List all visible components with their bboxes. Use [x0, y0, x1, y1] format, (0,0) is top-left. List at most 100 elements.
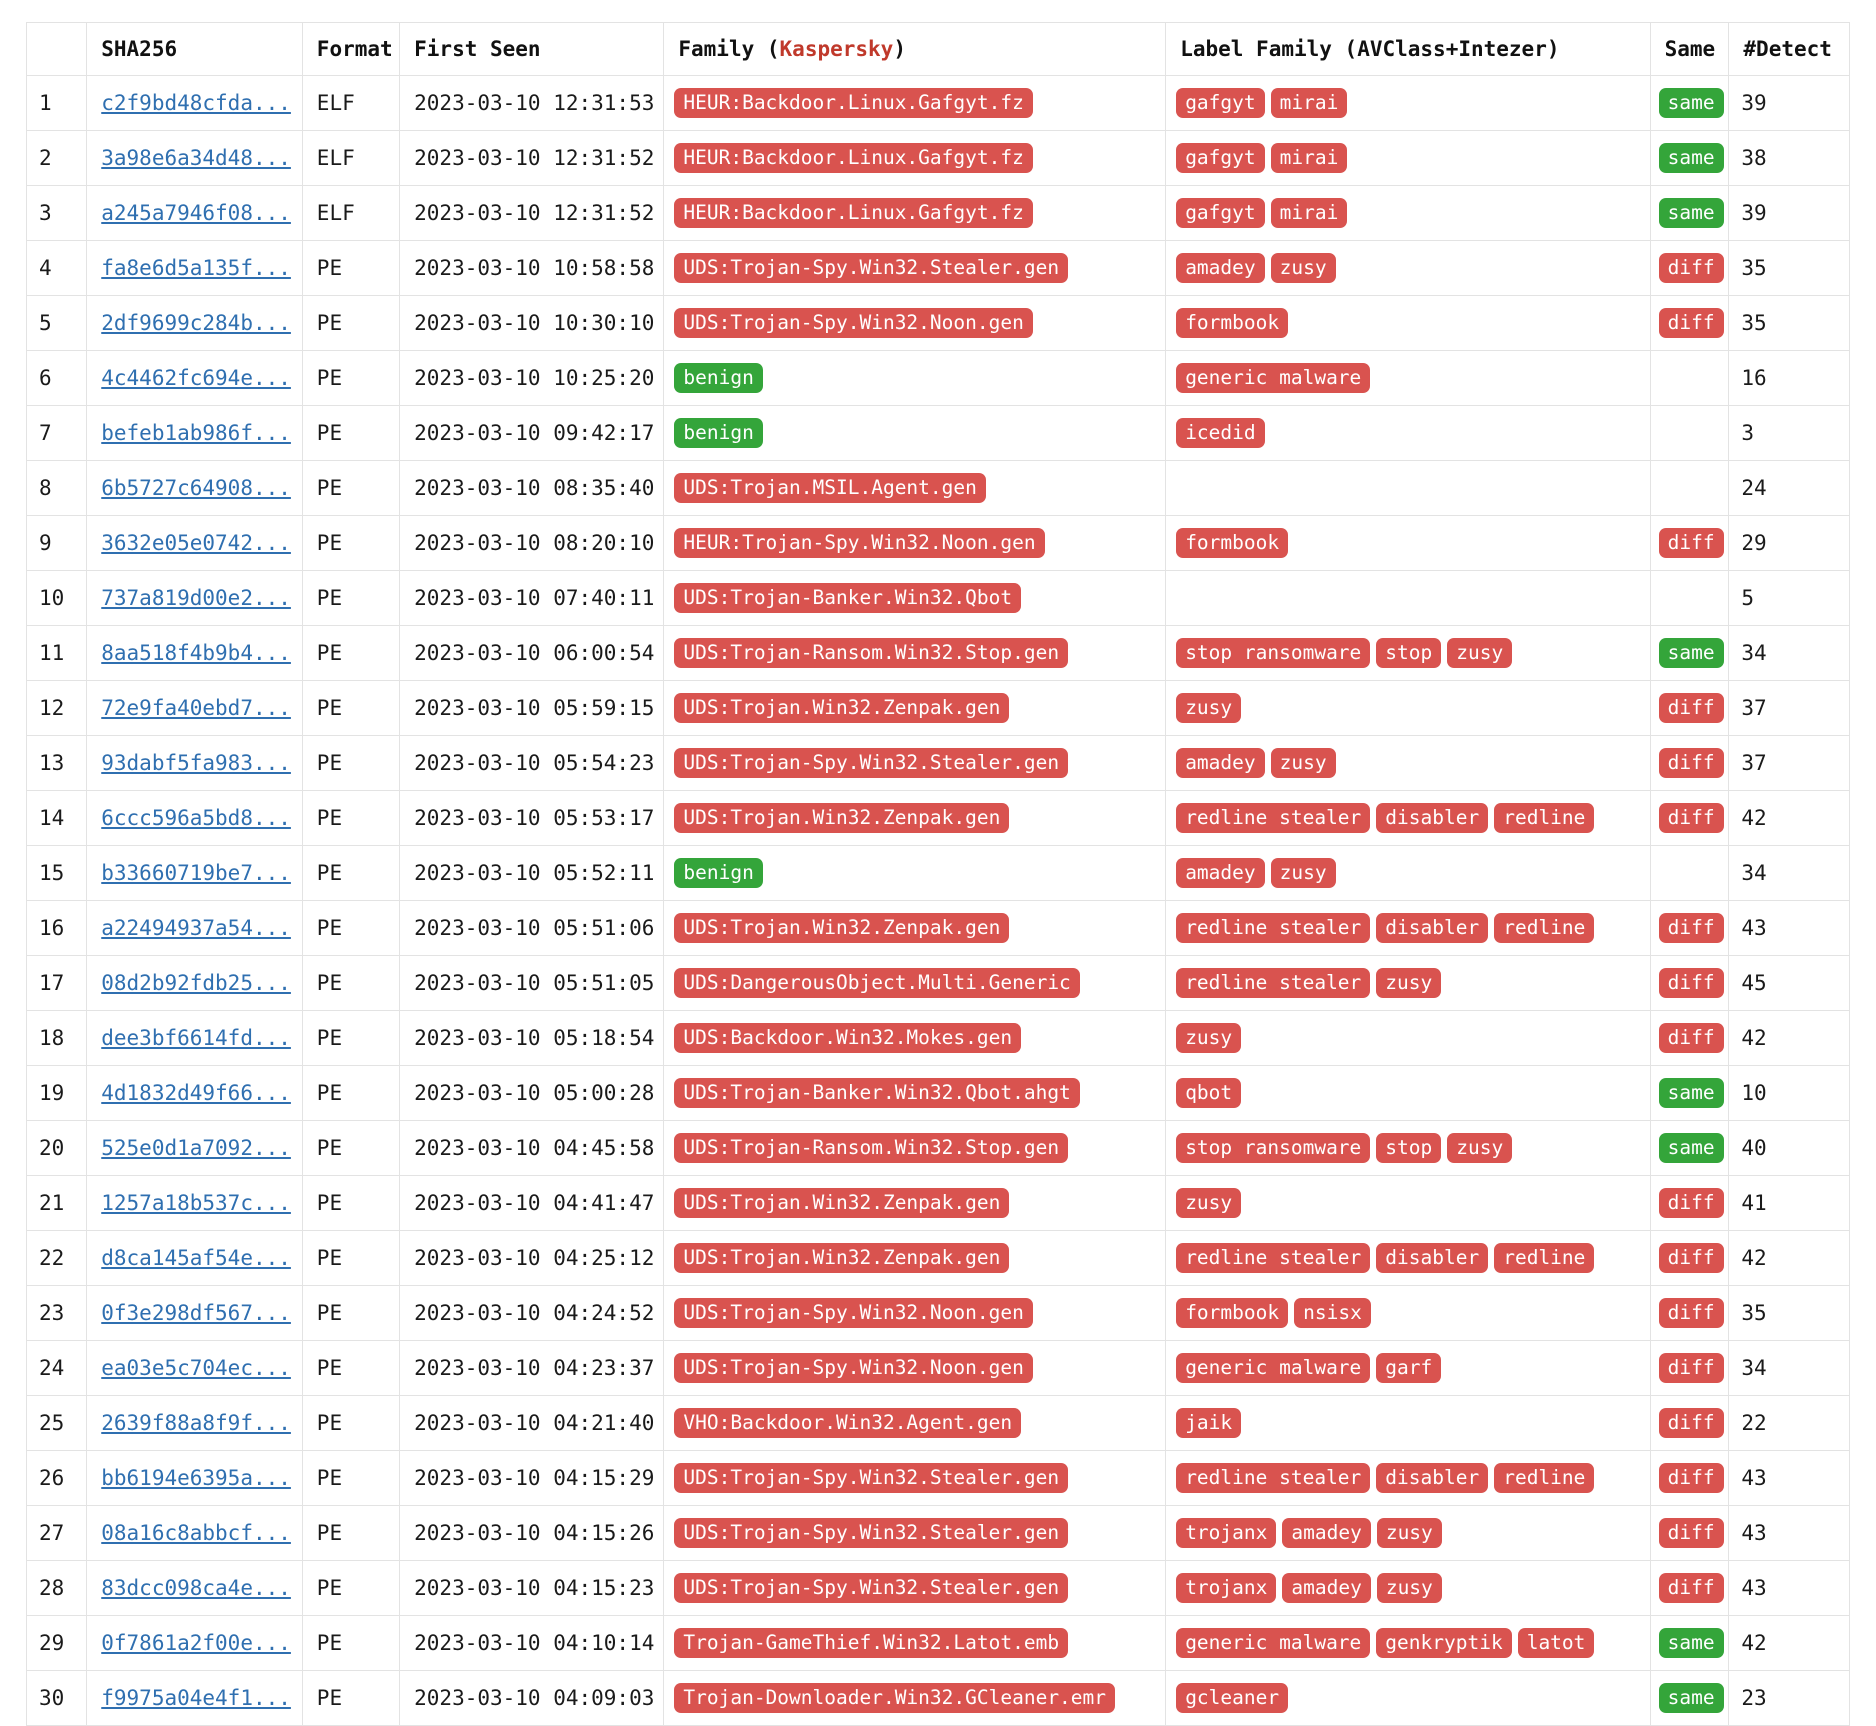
table-row: 19 4d1832d49f66... PE 2023-03-10 05:00:28 UD…: [25, 1065, 1850, 1121]
sha256-link[interactable]: 3632e05e0742...: [101, 531, 291, 555]
label-family-badge: formbook: [1176, 527, 1289, 559]
table-row: 14 6ccc596a5bd8... PE 2023-03-10 05:53:17 UD…: [25, 790, 1850, 846]
label-family-badge: generic malware: [1176, 1352, 1371, 1384]
first-seen-cell: 2023-03-10 09:42:17: [399, 405, 665, 461]
sha256-cell: 08d2b92fdb25...: [86, 955, 303, 1011]
format-cell: PE: [301, 900, 401, 956]
family-badge: UDS:Trojan-Spy.Win32.Stealer.gen: [674, 252, 1069, 284]
same-cell: same: [1649, 130, 1730, 186]
first-seen-cell: 2023-03-10 06:00:54: [399, 625, 665, 681]
sha256-link[interactable]: 4d1832d49f66...: [101, 1081, 291, 1105]
same-cell: same: [1649, 625, 1730, 681]
sha256-link[interactable]: 4c4462fc694e...: [101, 366, 291, 390]
sha256-link[interactable]: c2f9bd48cfda...: [101, 91, 291, 115]
format-cell: PE: [301, 735, 401, 791]
row-index: 13: [25, 735, 88, 791]
row-index: 9: [25, 515, 88, 571]
label-family-badge: redline stealer: [1176, 912, 1371, 944]
table-row: 8 6b5727c64908... PE 2023-03-10 08:35:40 UDS…: [25, 460, 1850, 516]
sha256-cell: 2639f88a8f9f...: [86, 1395, 303, 1451]
label-family-badge: zusy: [1376, 1517, 1442, 1549]
sha256-link[interactable]: 3a98e6a34d48...: [101, 146, 291, 170]
table-row: 2 3a98e6a34d48... ELF 2023-03-10 12:31:52 HE…: [25, 130, 1850, 186]
sha256-cell: 6b5727c64908...: [86, 460, 303, 516]
first-seen-cell: 2023-03-10 12:31:53: [399, 75, 665, 131]
row-index: 18: [25, 1010, 88, 1066]
sha256-link[interactable]: 6b5727c64908...: [101, 476, 291, 500]
family-badge: UDS:Trojan-Ransom.Win32.Stop.gen: [674, 1132, 1069, 1164]
sha256-link[interactable]: 737a819d00e2...: [101, 586, 291, 610]
detect-count-cell: 35: [1728, 1285, 1850, 1341]
label-family-badge: amadey: [1282, 1517, 1371, 1549]
label-family-badge: generic malware: [1176, 362, 1371, 394]
sha256-cell: 83dcc098ca4e...: [86, 1560, 303, 1616]
sha256-link[interactable]: fa8e6d5a135f...: [101, 256, 291, 280]
first-seen-cell: 2023-03-10 04:23:37: [399, 1340, 665, 1396]
row-index: 30: [25, 1670, 88, 1726]
sha256-link[interactable]: 72e9fa40ebd7...: [101, 696, 291, 720]
detect-count-cell: 37: [1728, 735, 1850, 791]
sha256-link[interactable]: d8ca145af54e...: [101, 1246, 291, 1270]
same-badge: same: [1658, 197, 1724, 229]
sha256-link[interactable]: a245a7946f08...: [101, 201, 291, 225]
sha256-link[interactable]: a22494937a54...: [101, 916, 291, 940]
sha256-link[interactable]: 0f7861a2f00e...: [101, 1631, 291, 1655]
label-family-badge: gafgyt: [1176, 87, 1265, 119]
sha256-link[interactable]: 2df9699c284b...: [101, 311, 291, 335]
same-cell: diff: [1649, 1285, 1730, 1341]
sha256-link[interactable]: befeb1ab986f...: [101, 421, 291, 445]
sha256-cell: 72e9fa40ebd7...: [86, 680, 303, 736]
row-index: 12: [25, 680, 88, 736]
format-cell: PE: [301, 1065, 401, 1121]
label-family-badge: disabler: [1376, 912, 1489, 944]
sha256-link[interactable]: b33660719be7...: [101, 861, 291, 885]
sha256-link[interactable]: ea03e5c704ec...: [101, 1356, 291, 1380]
row-index: 16: [25, 900, 88, 956]
label-family-badge: jaik: [1176, 1407, 1242, 1439]
sha256-cell: 3632e05e0742...: [86, 515, 303, 571]
label-family-cell: generic malware garf: [1165, 1340, 1651, 1396]
format-cell: PE: [301, 680, 401, 736]
label-family-cell: zusy: [1165, 1175, 1651, 1231]
same-badge: same: [1658, 1132, 1724, 1164]
detect-count-cell: 42: [1728, 1615, 1850, 1671]
sha256-link[interactable]: 2639f88a8f9f...: [101, 1411, 291, 1435]
family-badge: UDS:DangerousObject.Multi.Generic: [674, 967, 1080, 999]
sha256-link[interactable]: 6ccc596a5bd8...: [101, 806, 291, 830]
same-cell: diff: [1649, 1395, 1730, 1451]
sha256-link[interactable]: 525e0d1a7092...: [101, 1136, 291, 1160]
sha256-link[interactable]: bb6194e6395a...: [101, 1466, 291, 1490]
row-index: 20: [25, 1120, 88, 1176]
sha256-link[interactable]: 08a16c8abbcf...: [101, 1521, 291, 1545]
first-seen-cell: 2023-03-10 04:15:29: [399, 1450, 665, 1506]
sha256-link[interactable]: 8aa518f4b9b4...: [101, 641, 291, 665]
table-row: 25 2639f88a8f9f... PE 2023-03-10 04:21:40 VH…: [25, 1395, 1850, 1451]
sha256-link[interactable]: dee3bf6614fd...: [101, 1026, 291, 1050]
diff-badge: diff: [1658, 1297, 1724, 1329]
sha256-link[interactable]: f9975a04e4f1...: [101, 1686, 291, 1710]
sha256-link[interactable]: 0f3e298df567...: [101, 1301, 291, 1325]
table-row: 12 72e9fa40ebd7... PE 2023-03-10 05:59:15 UD…: [25, 680, 1850, 736]
sha256-link[interactable]: 08d2b92fdb25...: [101, 971, 291, 995]
family-badge: UDS:Trojan.Win32.Zenpak.gen: [674, 912, 1010, 944]
same-cell: diff: [1649, 240, 1730, 296]
sha256-cell: c2f9bd48cfda...: [86, 75, 303, 131]
same-cell: diff: [1649, 1560, 1730, 1616]
label-family-badge: redline: [1494, 802, 1595, 834]
sha256-cell: 93dabf5fa983...: [86, 735, 303, 791]
sha256-link[interactable]: 1257a18b537c...: [101, 1191, 291, 1215]
same-badge: same: [1658, 637, 1724, 669]
format-cell: PE: [301, 1395, 401, 1451]
label-family-badge: gafgyt: [1176, 197, 1265, 229]
first-seen-cell: 2023-03-10 05:59:15: [399, 680, 665, 736]
label-family-badge: amadey: [1282, 1572, 1371, 1604]
label-family-cell: stop ransomware stop zusy: [1165, 1120, 1651, 1176]
sha256-link[interactable]: 93dabf5fa983...: [101, 751, 291, 775]
detect-count-cell: 41: [1728, 1175, 1850, 1231]
first-seen-cell: 2023-03-10 04:41:47: [399, 1175, 665, 1231]
table-row: 11 8aa518f4b9b4... PE 2023-03-10 06:00:54 UD…: [25, 625, 1850, 681]
format-cell: ELF: [301, 130, 401, 186]
label-family-badge: redline: [1494, 912, 1595, 944]
sha256-link[interactable]: 83dcc098ca4e...: [101, 1576, 291, 1600]
family-cell: benign: [663, 350, 1167, 406]
